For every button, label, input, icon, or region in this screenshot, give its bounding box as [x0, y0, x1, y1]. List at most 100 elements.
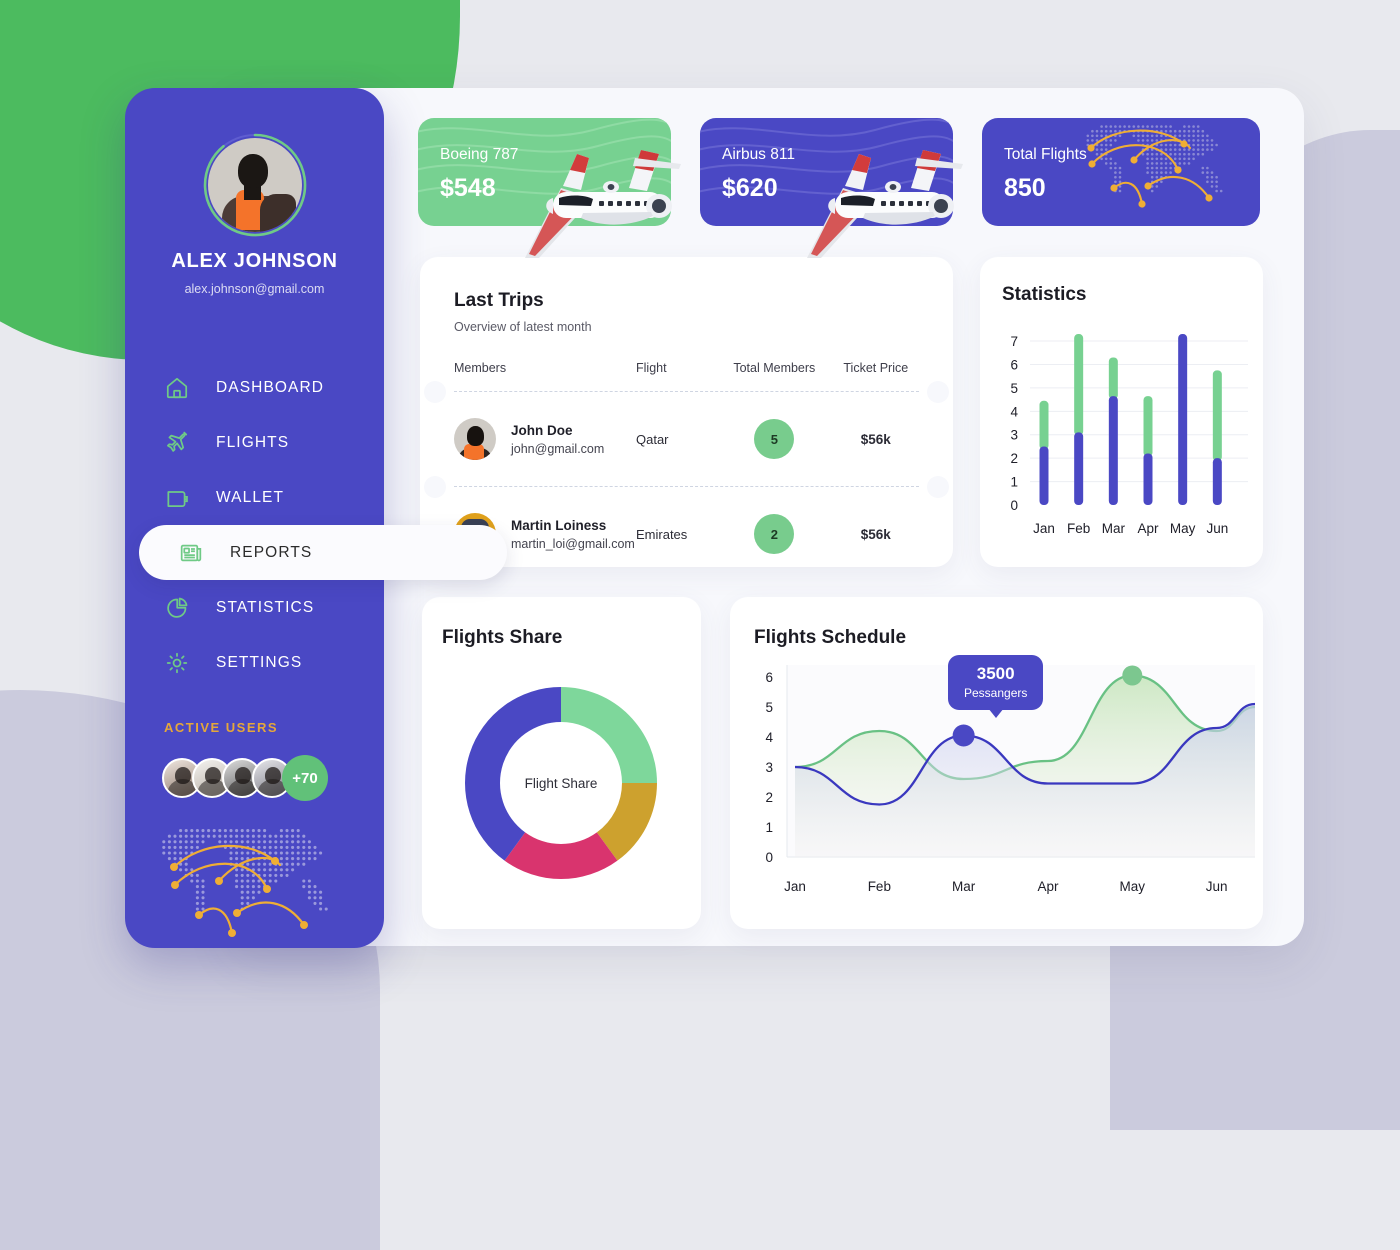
svg-text:Apr: Apr — [1037, 879, 1059, 894]
pie-chart-icon — [167, 597, 188, 618]
chart-tooltip: 3500 Pessangers — [948, 655, 1044, 718]
svg-text:Jan: Jan — [1033, 521, 1055, 536]
flights-share-card: Flights Share Flight Share — [422, 597, 701, 929]
svg-text:Mar: Mar — [1102, 521, 1126, 536]
member-email: martin_loi@gmail.com — [511, 536, 635, 551]
table-row[interactable]: Martin Loiness martin_loi@gmail.com Emir… — [454, 503, 919, 565]
svg-text:Apr: Apr — [1137, 521, 1159, 536]
ticket-price: $56k — [860, 431, 891, 447]
sidebar-item-label: SETTINGS — [216, 653, 303, 671]
flights-share-donut-chart[interactable]: Flight Share — [439, 665, 689, 915]
flights-schedule-title: Flights Schedule — [754, 627, 907, 648]
stat-card-background — [700, 118, 953, 226]
active-users-more-badge[interactable]: +70 — [282, 755, 328, 801]
svg-text:5: 5 — [1010, 381, 1018, 396]
svg-text:May: May — [1120, 879, 1146, 894]
sidebar: ALEX JOHNSON alex.johnson@gmail.com DASH… — [125, 88, 507, 948]
stat-card-background — [982, 118, 1260, 226]
table-row[interactable]: John Doe john@gmail.com Qatar 5 $56k — [454, 408, 919, 470]
svg-text:0: 0 — [765, 850, 773, 865]
stat-card-value: 850 — [1004, 174, 1046, 202]
statistics-title: Statistics — [1002, 284, 1087, 305]
tooltip-value: 3500 — [976, 664, 1015, 683]
ticket-price: $56k — [860, 526, 891, 542]
gear-icon — [166, 652, 188, 673]
svg-text:3: 3 — [1010, 428, 1018, 443]
flight-name: Emirates — [636, 526, 688, 542]
stat-card-boeing[interactable]: Boeing 787 $548 — [418, 118, 681, 258]
sidebar-item-label: STATISTICS — [216, 598, 315, 616]
column-header-flight: Flight — [636, 361, 667, 375]
member-email: john@gmail.com — [511, 441, 605, 456]
active-users-avatars: +70 — [162, 755, 384, 801]
column-header-members: Members — [454, 361, 507, 375]
sidebar-item-settings[interactable]: SETTINGS — [125, 635, 384, 690]
column-header-ticket-price: Ticket Price — [843, 361, 909, 375]
row-separator — [424, 476, 949, 498]
svg-text:1: 1 — [765, 820, 773, 835]
flights-schedule-card: Flights Schedule 0 1 2 3 4 5 6 Jan Feb Mar Apr May J… — [730, 597, 1263, 929]
member-name: John Doe — [511, 422, 573, 438]
stat-card-value: $548 — [440, 174, 496, 202]
stat-card-title: Total Flights — [1004, 146, 1087, 163]
svg-text:5: 5 — [765, 700, 773, 715]
sidebar-item-flights[interactable]: FLIGHTS — [125, 415, 384, 470]
svg-text:4: 4 — [1010, 404, 1018, 419]
svg-text:Feb: Feb — [868, 879, 891, 894]
svg-text:0: 0 — [1010, 498, 1018, 513]
row-separator — [424, 381, 949, 403]
last-trips-title: Last Trips — [454, 290, 544, 311]
airplane-icon — [167, 431, 188, 452]
svg-text:2: 2 — [1010, 451, 1018, 466]
avatar — [454, 418, 496, 460]
sidebar-nav: DASHBOARD FLIGHTS WALLET REPORTS STATIST… — [125, 360, 507, 690]
stat-card-airbus[interactable]: Airbus 811 $620 — [700, 118, 963, 258]
stat-card-title: Airbus 811 — [722, 146, 795, 163]
tooltip-pointer — [987, 708, 1004, 718]
newspaper-icon — [180, 544, 202, 561]
sidebar-item-label: WALLET — [216, 488, 285, 506]
svg-text:Jun: Jun — [1206, 521, 1228, 536]
sidebar-item-label: FLIGHTS — [216, 433, 290, 451]
profile-name: ALEX JOHNSON — [171, 250, 338, 272]
svg-text:1: 1 — [1010, 475, 1018, 490]
sidebar-item-dashboard[interactable]: DASHBOARD — [125, 360, 384, 415]
avatar[interactable] — [203, 133, 306, 237]
sidebar-item-reports[interactable]: REPORTS — [139, 525, 507, 580]
last-trips-table-header: Members Flight Total Members Ticket Pric… — [454, 361, 919, 375]
svg-text:6: 6 — [1010, 357, 1018, 372]
stat-card-background — [418, 118, 671, 226]
sidebar-item-label: DASHBOARD — [216, 378, 325, 396]
svg-text:6: 6 — [765, 670, 773, 685]
svg-text:4: 4 — [765, 730, 773, 745]
stat-card-title: Boeing 787 — [440, 146, 519, 163]
flight-name: Qatar — [636, 431, 669, 447]
active-users-title: ACTIVE USERS — [164, 720, 279, 735]
tooltip-label: Pessangers — [964, 686, 1028, 700]
svg-text:May: May — [1170, 521, 1196, 536]
statistics-card: Statistics 7 6 5 4 3 2 1 0 Jan Feb Mar Apr May Jun — [980, 257, 1263, 567]
flights-share-title: Flights Share — [442, 627, 563, 648]
svg-text:Feb: Feb — [1067, 521, 1090, 536]
sidebar-item-label: REPORTS — [230, 543, 313, 561]
last-trips-subtitle: Overview of latest month — [454, 320, 592, 334]
svg-text:Mar: Mar — [952, 879, 976, 894]
column-header-total-members: Total Members — [733, 361, 816, 375]
svg-text:3: 3 — [765, 760, 773, 775]
last-trips-card: Last Trips Overview of latest month Memb… — [420, 257, 953, 567]
dotted-world-map-flight-routes-icon — [1086, 125, 1223, 208]
sidebar-world-map — [147, 825, 384, 955]
wave-pattern — [700, 118, 953, 195]
wave-pattern — [418, 118, 671, 195]
svg-text:7: 7 — [1010, 334, 1018, 349]
statistics-bar-chart[interactable]: 7 6 5 4 3 2 1 0 Jan Feb Mar Apr May Jun — [992, 319, 1254, 559]
profile-section: ALEX JOHNSON alex.johnson@gmail.com — [125, 88, 384, 296]
member-name: Martin Loiness — [511, 517, 607, 533]
svg-text:Flight Share: Flight Share — [525, 776, 598, 791]
svg-text:2: 2 — [765, 790, 773, 805]
sidebar-item-wallet[interactable]: WALLET — [125, 470, 384, 525]
stat-card-total-flights[interactable]: Total Flights 850 — [982, 118, 1260, 226]
sidebar-item-statistics[interactable]: STATISTICS — [125, 580, 384, 635]
svg-text:Jun: Jun — [1206, 879, 1228, 894]
total-members-badge: 2 — [754, 514, 795, 554]
